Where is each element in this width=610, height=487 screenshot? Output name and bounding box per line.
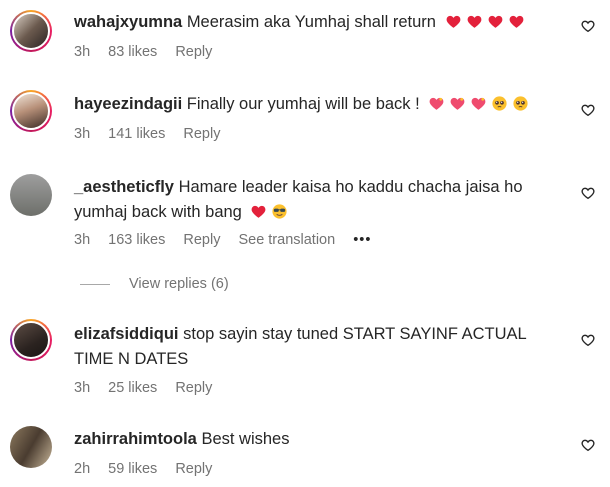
red-heart-icon	[467, 15, 481, 28]
avatar[interactable]	[10, 90, 52, 132]
comment-text: Hamare leader kaisa ho kaddu chacha jais…	[178, 178, 523, 196]
reply-button[interactable]: Reply	[175, 461, 212, 477]
sunglasses-face-icon	[272, 204, 288, 219]
replies-divider	[80, 284, 110, 285]
heart-with-sparkle-icon	[471, 97, 486, 110]
like-heart-icon[interactable]	[580, 102, 596, 118]
likes-count[interactable]: 83 likes	[108, 44, 157, 60]
reply-button[interactable]: Reply	[183, 126, 220, 142]
pleading-face-icon	[513, 96, 528, 111]
avatar[interactable]	[10, 319, 52, 361]
comment-text: Best wishes	[201, 430, 290, 448]
reply-button[interactable]: Reply	[183, 232, 220, 248]
red-heart-icon	[509, 15, 523, 28]
timestamp: 3h	[74, 44, 91, 60]
username[interactable]: _aestheticfly	[74, 178, 174, 196]
avatar[interactable]	[10, 426, 52, 468]
comment-meta: 3h 163 likes Reply See translation •••	[74, 232, 371, 248]
red-heart-icon	[252, 205, 266, 218]
comment-body: zahirrahimtoola Best wishes	[74, 427, 564, 452]
view-replies-button[interactable]: View replies (6)	[129, 276, 229, 292]
like-heart-icon[interactable]	[580, 185, 596, 201]
comment-body: _aestheticfly Hamare leader kaisa ho kad…	[74, 175, 564, 225]
heart-with-sparkle-icon	[450, 97, 465, 110]
comment-body: elizafsiddiqui stop sayin stay tuned STA…	[74, 322, 564, 372]
comment-meta: 3h 25 likes Reply	[74, 380, 212, 396]
comment-meta: 3h 141 likes Reply	[74, 126, 220, 142]
avatar[interactable]	[10, 174, 52, 216]
username[interactable]: hayeezindagii	[74, 95, 182, 113]
comment-text: stop sayin stay tuned START SAYINF ACTUA…	[183, 325, 527, 343]
see-translation-button[interactable]: See translation	[238, 232, 335, 248]
pleading-face-icon	[492, 96, 507, 111]
timestamp: 3h	[74, 380, 91, 396]
likes-count[interactable]: 141 likes	[108, 126, 165, 142]
username[interactable]: elizafsiddiqui	[74, 325, 179, 343]
timestamp: 3h	[74, 232, 91, 248]
reply-button[interactable]: Reply	[175, 380, 212, 396]
likes-count[interactable]: 163 likes	[108, 232, 165, 248]
reply-button[interactable]: Reply	[175, 44, 212, 60]
comment-text: TIME N DATES	[74, 350, 189, 368]
comment-text: Meerasim aka Yumhaj shall return	[186, 13, 436, 31]
likes-count[interactable]: 59 likes	[108, 461, 157, 477]
like-heart-icon[interactable]	[580, 18, 596, 34]
username[interactable]: zahirrahimtoola	[74, 430, 197, 448]
red-heart-icon	[488, 15, 502, 28]
comment-text: Finally our yumhaj will be back !	[186, 95, 420, 113]
comment-text: yumhaj back with bang	[74, 203, 242, 221]
avatar[interactable]	[10, 10, 52, 52]
timestamp: 2h	[74, 461, 91, 477]
like-heart-icon[interactable]	[580, 437, 596, 453]
comment-body: hayeezindagii Finally our yumhaj will be…	[74, 92, 564, 117]
timestamp: 3h	[74, 126, 91, 142]
more-options-icon[interactable]: •••	[353, 232, 371, 248]
likes-count[interactable]: 25 likes	[108, 380, 157, 396]
like-heart-icon[interactable]	[580, 332, 596, 348]
comment-body: wahajxyumna Meerasim aka Yumhaj shall re…	[74, 10, 564, 35]
comment-meta: 3h 83 likes Reply	[74, 44, 212, 60]
heart-with-sparkle-icon	[429, 97, 444, 110]
username[interactable]: wahajxyumna	[74, 13, 182, 31]
red-heart-icon	[446, 15, 460, 28]
comment-meta: 2h 59 likes Reply	[74, 461, 212, 477]
